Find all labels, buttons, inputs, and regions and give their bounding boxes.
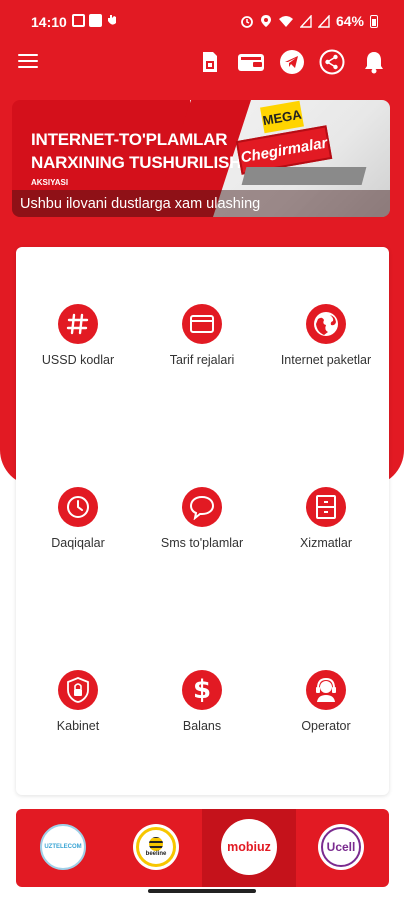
service-label: Daqiqalar (51, 536, 105, 550)
share-icon[interactable] (318, 48, 346, 76)
dollar-icon: $ (182, 670, 222, 710)
service-label: Tarif rejalari (169, 353, 235, 367)
mega-text: MEGA (261, 106, 303, 128)
operator-beeline[interactable]: beeline (133, 824, 179, 870)
status-time: 14:10 (31, 14, 67, 30)
location-icon (260, 15, 271, 27)
battery-percent: 64% (335, 13, 364, 29)
headset-icon (306, 670, 346, 710)
cabinet-icon (306, 487, 346, 527)
hand-icon (108, 15, 116, 25)
home-gesture-bar[interactable] (148, 889, 256, 893)
operator-name: UZTELECOM (44, 844, 82, 850)
card-icon (182, 304, 222, 344)
gallery-icon (72, 13, 85, 27)
hash-icon (58, 304, 98, 344)
operator-name: beeline (145, 851, 167, 857)
signal-1-icon (299, 14, 312, 28)
service-label: Internet paketlar (280, 353, 372, 367)
telegram-icon[interactable] (278, 48, 306, 76)
globe-icon (306, 304, 346, 344)
service-balance[interactable]: $ Balans (140, 670, 264, 760)
status-bar: 14:10 64% (0, 0, 404, 40)
operator-name: mobiuz (227, 840, 271, 854)
service-minutes[interactable]: Daqiqalar (16, 487, 140, 577)
z-app-icon (89, 13, 102, 27)
service-label: Kabinet (56, 719, 100, 733)
lock-icon (58, 670, 98, 710)
service-sms-packages[interactable]: Sms to'plamlar (140, 487, 264, 577)
wifi-icon (278, 15, 293, 27)
app-bar (0, 40, 404, 84)
service-cabinet[interactable]: Kabinet (16, 670, 140, 760)
battery-icon (370, 14, 378, 28)
signal-2-icon (317, 14, 330, 28)
service-internet-packages[interactable]: Internet paketlar (264, 304, 388, 394)
clock-icon (58, 487, 98, 527)
banner-caption: Ushbu ilovani dustlarga xam ulashing (20, 196, 261, 212)
operator-name: Ucell (326, 840, 356, 854)
alarm-icon (241, 16, 253, 28)
beeline-icon (149, 837, 163, 851)
operator-ucell[interactable]: Ucell (318, 824, 364, 870)
bell-icon[interactable] (360, 48, 388, 76)
banner-title-line2: NARXINING TUSHURILISHI (31, 153, 246, 172)
service-services[interactable]: Xizmatlar (264, 487, 388, 577)
wallet-icon[interactable] (236, 48, 266, 76)
sim-card-icon[interactable] (196, 48, 224, 76)
service-label: USSD kodlar (41, 353, 115, 367)
service-label: Operator (301, 719, 351, 733)
service-operator[interactable]: Operator (264, 670, 388, 760)
chegirmalar-text: Chegirmalar (239, 134, 329, 166)
banner-title-line1: INTERNET-TO'PLAMLAR (31, 130, 228, 149)
banner-title-line3: AKSIYASI (31, 178, 69, 187)
chat-icon (182, 487, 222, 527)
banner-stand (241, 167, 367, 185)
operator-mobiuz[interactable]: mobiuz (221, 819, 277, 875)
service-label: Balans (182, 719, 222, 733)
service-ussd-codes[interactable]: USSD kodlar (16, 304, 140, 394)
operator-uztelecom[interactable]: UZTELECOM (40, 824, 86, 870)
menu-icon[interactable] (18, 54, 38, 70)
service-tariff-plans[interactable]: Tarif rejalari (140, 304, 264, 394)
service-label: Sms to'plamlar (160, 536, 244, 550)
notification-icons (72, 13, 118, 27)
status-right: 64% (240, 13, 378, 29)
service-label: Xizmatlar (299, 536, 353, 550)
